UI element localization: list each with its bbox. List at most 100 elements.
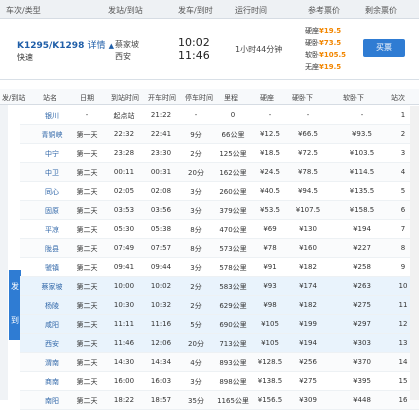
stop-date: 第二天 bbox=[76, 264, 98, 272]
stop-date: 第二天 bbox=[76, 321, 98, 329]
stop-soft-sleeper-price: ¥258 bbox=[353, 263, 371, 271]
stop-date: 第二天 bbox=[76, 378, 98, 386]
stop-departure: 18:57 bbox=[150, 396, 172, 404]
stop-departure: 22:41 bbox=[150, 130, 172, 138]
price-hard-seat: 硬座¥19.5 bbox=[305, 27, 342, 35]
price-soft-sleeper: 软卧¥105.5 bbox=[305, 51, 347, 59]
train-type: 快速 bbox=[17, 53, 33, 62]
stop-stay: 35分 bbox=[188, 397, 204, 405]
stop-distance: 379公里 bbox=[219, 207, 247, 215]
stop-date: 第二天 bbox=[76, 169, 98, 177]
stop-departure: 12:06 bbox=[150, 339, 172, 347]
stop-soft-sleeper-price: ¥297 bbox=[353, 320, 371, 328]
scrollbar[interactable] bbox=[410, 106, 419, 400]
stop-stay: 4分 bbox=[190, 359, 202, 367]
stop-hard-sleeper-price: ¥130 bbox=[299, 225, 317, 233]
details-link[interactable]: 详情 bbox=[87, 41, 105, 51]
stop-soft-sleeper-price: ¥158.5 bbox=[349, 206, 375, 214]
stop-stay: 8分 bbox=[190, 226, 202, 234]
stop-date: 第一天 bbox=[76, 131, 98, 139]
table-row: 杨陵 第二天 10:30 10:32 2分 629公里 ¥98 ¥182 ¥275 11 bbox=[20, 296, 419, 315]
table-row: 商南 第二天 16:00 16:03 3分 898公里 ¥138.5 ¥275 ¥395 15 bbox=[20, 372, 419, 391]
stop-name: 固原 bbox=[45, 207, 59, 215]
stop-arrival: 23:28 bbox=[113, 149, 135, 157]
col-hard-sleeper-lower: 硬卧下 bbox=[292, 94, 313, 102]
table-row: 陇县 第二天 07:49 07:57 8分 573公里 ¥78 ¥160 ¥227 8 bbox=[20, 239, 419, 258]
stop-arrival: 10:30 bbox=[113, 301, 135, 309]
stop-name: 陇县 bbox=[45, 245, 59, 253]
stop-distance: 162公里 bbox=[219, 169, 247, 177]
stop-distance: 573公里 bbox=[219, 245, 247, 253]
stop-soft-sleeper-price: ¥370 bbox=[353, 358, 371, 366]
stop-arrival: 09:41 bbox=[113, 263, 135, 271]
stop-hard-sleeper-price: ¥199 bbox=[299, 320, 317, 328]
stop-departure: 10:32 bbox=[150, 301, 172, 309]
stop-date: 第二天 bbox=[76, 188, 98, 196]
stop-departure: 09:44 bbox=[150, 263, 172, 271]
stop-name: 杨陵 bbox=[45, 302, 59, 310]
stop-hard-seat-price: ¥105 bbox=[261, 320, 279, 328]
stop-hard-sleeper-price: ¥194 bbox=[299, 339, 317, 347]
buy-ticket-button[interactable]: 买票 bbox=[363, 39, 405, 57]
table-row: 同心 第二天 02:05 02:08 3分 260公里 ¥40.5 ¥94.5 ¥135.5 5 bbox=[20, 182, 419, 201]
col-arrival: 到站时间 bbox=[111, 94, 139, 102]
stop-distance: 470公里 bbox=[219, 226, 247, 234]
stop-hard-seat-price: ¥93 bbox=[263, 282, 277, 290]
departure-time: 10:02 bbox=[178, 36, 210, 49]
route-gutter bbox=[0, 105, 8, 400]
stop-hard-sleeper-price: - bbox=[306, 111, 310, 119]
stop-distance: 893公里 bbox=[219, 359, 247, 367]
collapse-arrow-icon[interactable]: ▲ bbox=[109, 42, 114, 50]
stop-name: 中卫 bbox=[45, 169, 59, 177]
stop-distance: 1165公里 bbox=[217, 397, 249, 405]
stop-arrival: 11:11 bbox=[113, 320, 135, 328]
table-row: 虢镇 第二天 09:41 09:44 3分 578公里 ¥91 ¥182 ¥258 9 bbox=[20, 258, 419, 277]
table-row: 蔡家坡 第二天 10:00 10:02 2分 583公里 ¥93 ¥174 ¥263 10 bbox=[20, 277, 419, 296]
table-row: 银川 - 起点站 21:22-0- - -1 bbox=[20, 106, 419, 125]
arrival-time: 11:46 bbox=[178, 49, 210, 62]
stop-distance: 0 bbox=[230, 111, 236, 119]
stop-hard-seat-price: ¥40.5 bbox=[259, 187, 281, 195]
stop-date: 第二天 bbox=[76, 226, 98, 234]
stop-soft-sleeper-price: ¥303 bbox=[353, 339, 371, 347]
stop-distance: 713公里 bbox=[219, 340, 247, 348]
stop-stay: 2分 bbox=[190, 302, 202, 310]
col-stay: 停车时间 bbox=[185, 94, 213, 102]
stop-soft-sleeper-price: ¥103.5 bbox=[349, 149, 375, 157]
table-row: 中宁 第一天 23:28 23:30 2分 125公里 ¥18.5 ¥72.5 ¥103.5 3 bbox=[20, 144, 419, 163]
train-number[interactable]: K1295/K1298 bbox=[17, 41, 84, 51]
stop-stay: 3分 bbox=[190, 264, 202, 272]
stop-hard-seat-price: ¥156.5 bbox=[257, 396, 283, 404]
stop-arrival: 22:32 bbox=[113, 130, 135, 138]
stop-soft-sleeper-price: ¥114.5 bbox=[349, 168, 375, 176]
table-row: 南阳 第二天 18:22 18:57 35分 1165公里 ¥156.5 ¥309 ¥448 16 bbox=[20, 391, 419, 410]
stop-hard-sleeper-price: ¥182 bbox=[299, 263, 317, 271]
stop-departure: 11:16 bbox=[150, 320, 172, 328]
stop-hard-sleeper-price: ¥256 bbox=[299, 358, 317, 366]
train-number-link[interactable]: K1295/K1298 详情 ▲ bbox=[17, 38, 114, 51]
col-date: 日期 bbox=[80, 94, 94, 102]
train-row[interactable]: K1295/K1298 详情 ▲ 快速 蔡家坡 西安 10:02 11:46 1… bbox=[0, 19, 419, 80]
stop-name: 银川 bbox=[45, 112, 59, 120]
stop-arrival: 16:00 bbox=[113, 377, 135, 385]
stop-arrival: 10:00 bbox=[113, 282, 135, 290]
to-station: 西安 bbox=[115, 52, 131, 61]
col-stop-no: 站次 bbox=[391, 94, 405, 102]
stop-name: 渭南 bbox=[45, 359, 59, 367]
stop-soft-sleeper-price: - bbox=[360, 111, 364, 119]
stop-hard-seat-price: - bbox=[268, 111, 272, 119]
price-no-seat: 无座¥19.5 bbox=[305, 63, 342, 71]
stop-name: 虢镇 bbox=[45, 264, 59, 272]
stop-stay: 5分 bbox=[190, 321, 202, 329]
stop-name: 青铜峡 bbox=[41, 131, 63, 139]
stop-name: 蔡家坡 bbox=[41, 283, 63, 291]
stop-date: 第一天 bbox=[76, 150, 98, 158]
stop-departure: 21:22 bbox=[150, 111, 172, 119]
stop-stay: 8分 bbox=[190, 245, 202, 253]
stop-name: 同心 bbox=[45, 188, 59, 196]
run-duration: 1小时44分钟 bbox=[235, 45, 283, 54]
stop-arrival: 02:05 bbox=[113, 187, 135, 195]
stop-hard-sleeper-price: ¥66.5 bbox=[297, 130, 319, 138]
stop-hard-seat-price: ¥91 bbox=[263, 263, 277, 271]
stop-distance: 260公里 bbox=[219, 188, 247, 196]
